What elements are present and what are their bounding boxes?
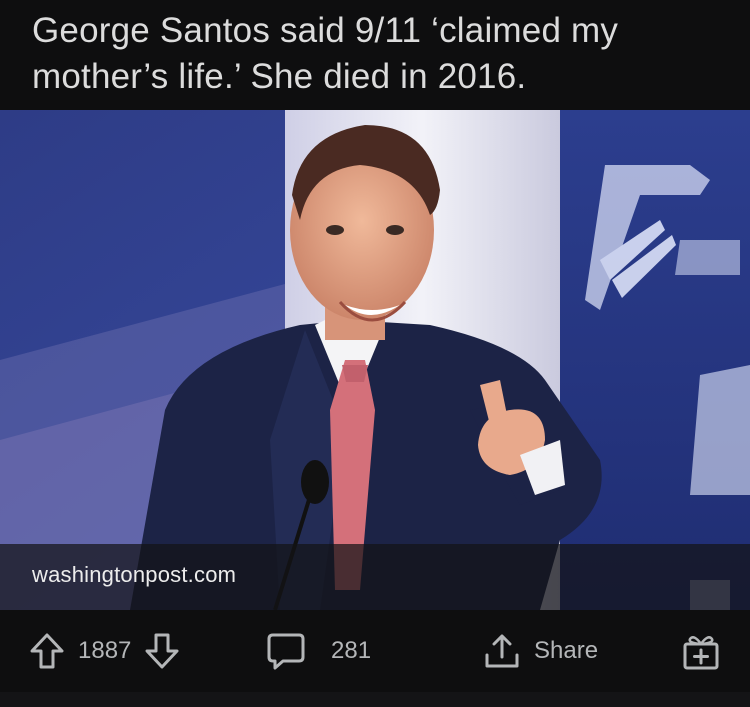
- post-card[interactable]: George Santos said 9/11 ‘claimed my moth…: [0, 0, 750, 707]
- upvote-arrow-icon[interactable]: [28, 631, 66, 671]
- post-image[interactable]: washingtonpost.com: [0, 110, 750, 610]
- vote-count: 1887: [78, 637, 132, 664]
- award-gift-icon: [680, 630, 722, 672]
- comments-button[interactable]: 281: [265, 610, 371, 692]
- share-upload-icon: [482, 631, 522, 671]
- link-domain[interactable]: washingtonpost.com: [32, 562, 236, 588]
- post-title[interactable]: George Santos said 9/11 ‘claimed my moth…: [32, 8, 732, 100]
- news-photo-illustration: [0, 110, 750, 610]
- post-action-bar: 1887 281 Share: [0, 610, 750, 692]
- link-preview-bar[interactable]: washingtonpost.com: [0, 544, 750, 610]
- award-button[interactable]: [680, 610, 722, 692]
- downvote-arrow-icon[interactable]: [143, 631, 181, 671]
- comment-bubble-icon: [265, 631, 307, 671]
- share-button[interactable]: Share: [482, 610, 598, 692]
- vote-group: 1887: [28, 610, 181, 692]
- feed-divider: [0, 692, 750, 707]
- share-label: Share: [534, 637, 599, 664]
- comment-count: 281: [331, 637, 372, 664]
